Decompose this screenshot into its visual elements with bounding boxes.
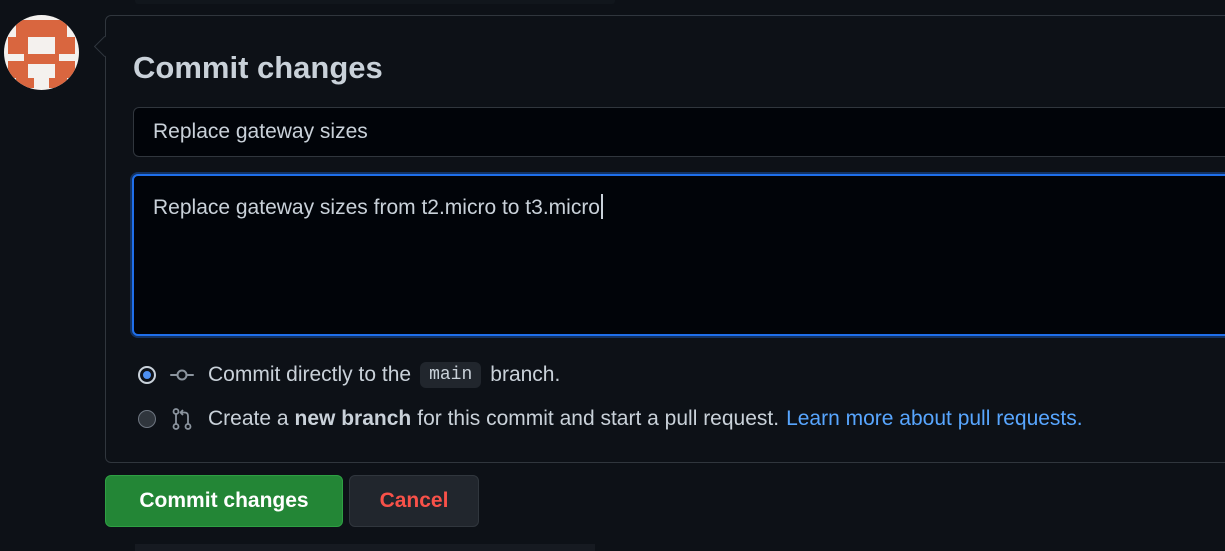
avatar-pattern-block [8, 61, 28, 78]
new-branch-option[interactable]: Create a new branch for this commit and … [138, 405, 1083, 433]
avatar[interactable] [4, 15, 79, 90]
commit-direct-option[interactable]: Commit directly to the main branch. [138, 361, 560, 389]
background-content-top [135, 0, 615, 4]
new-branch-radio[interactable] [138, 410, 156, 428]
avatar-pattern-block [24, 54, 59, 64]
commit-direct-prefix: Commit directly to the [208, 363, 412, 386]
avatar-pattern-block [16, 20, 67, 37]
avatar-pattern-block [49, 78, 67, 88]
commit-summary-input[interactable] [133, 107, 1225, 157]
new-branch-prefix: Create a [208, 407, 289, 430]
avatar-pattern-block [55, 37, 75, 54]
commit-changes-page: Commit changes Replace gateway sizes fro… [0, 0, 1225, 551]
avatar-pattern-block [8, 37, 28, 54]
new-branch-suffix: for this commit and start a pull request… [417, 407, 780, 430]
commit-direct-radio[interactable] [138, 366, 156, 384]
branch-name-chip: main [420, 362, 482, 388]
commit-description-text: Replace gateway sizes from t2.micro to t… [153, 196, 600, 219]
commit-direct-suffix: branch. [490, 363, 561, 386]
avatar-pattern-block [16, 78, 34, 88]
commit-dialog-title: Commit changes [133, 50, 383, 85]
new-branch-emphasis: new branch [294, 407, 412, 430]
background-content-bottom [135, 544, 595, 551]
cancel-button[interactable]: Cancel [349, 475, 479, 527]
commit-description-textarea[interactable]: Replace gateway sizes from t2.micro to t… [132, 174, 1225, 336]
commit-changes-button[interactable]: Commit changes [105, 475, 343, 527]
git-pull-request-icon [170, 407, 194, 431]
text-cursor [601, 194, 603, 219]
avatar-pattern-block [55, 61, 75, 78]
learn-more-link[interactable]: Learn more about pull requests. [786, 407, 1083, 431]
git-commit-icon [170, 363, 194, 387]
